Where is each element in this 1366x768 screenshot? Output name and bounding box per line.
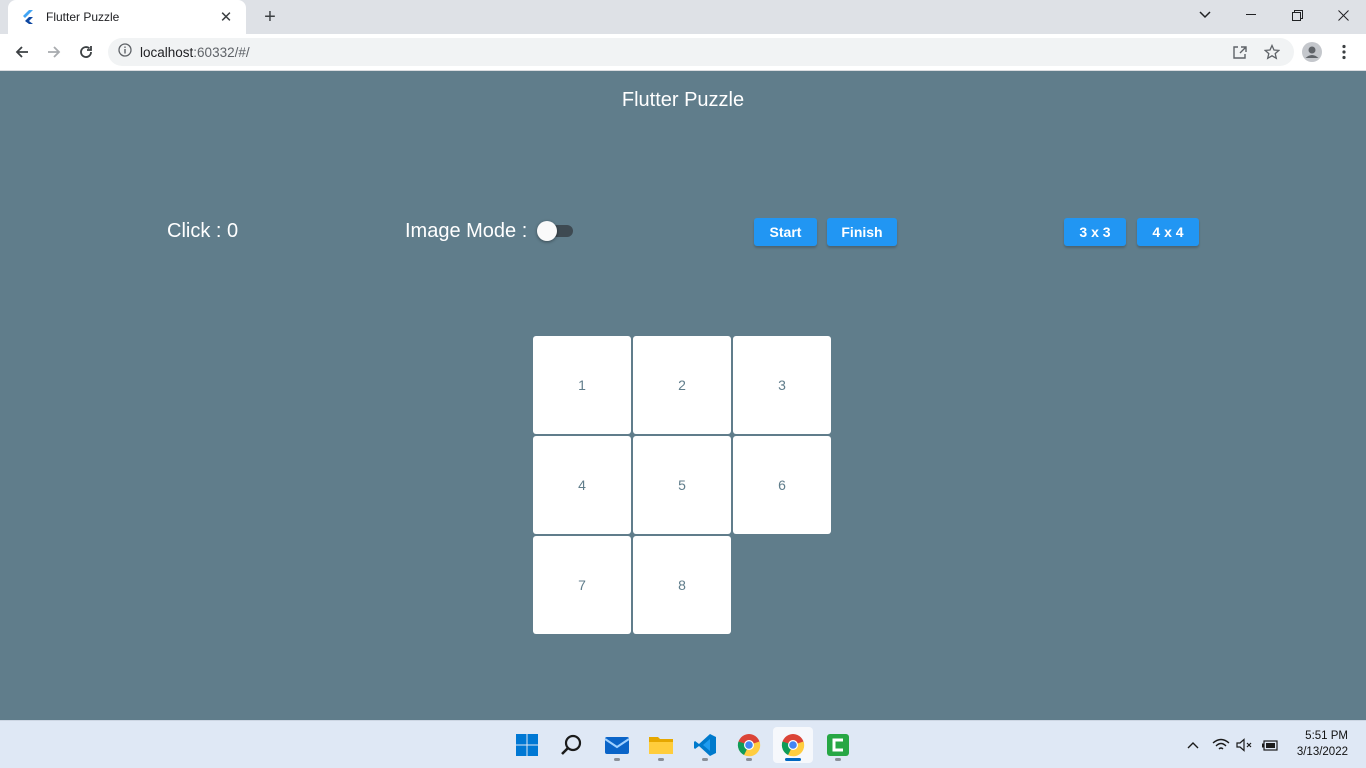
puzzle-tile[interactable]: 2 [633,336,731,434]
close-window-button[interactable] [1320,0,1366,30]
restore-button[interactable] [1274,0,1320,30]
search-icon[interactable] [552,727,592,763]
mail-icon[interactable] [597,727,637,763]
minimize-button[interactable] [1228,0,1274,30]
url-text: localhost:60332/#/ [140,45,250,60]
running-indicator [835,758,841,761]
file-explorer-icon[interactable] [641,727,681,763]
address-bar[interactable]: localhost:60332/#/ [108,38,1294,66]
size-3x3-button[interactable]: 3 x 3 [1064,218,1126,246]
profile-avatar-icon[interactable] [1298,38,1326,66]
browser-toolbar: localhost:60332/#/ [0,34,1366,71]
clock-time: 5:51 PM [1305,730,1348,742]
menu-kebab-icon[interactable] [1330,38,1358,66]
wifi-icon[interactable] [1211,735,1231,755]
tab-strip: Flutter Puzzle ✕ + [0,0,1366,34]
running-indicator [746,758,752,761]
puzzle-tile[interactable]: 1 [533,336,631,434]
puzzle-tile[interactable]: 6 [733,436,831,534]
running-indicator [658,758,664,761]
vscode-icon[interactable] [685,727,725,763]
battery-icon[interactable] [1260,735,1280,755]
close-tab-icon[interactable]: ✕ [218,9,234,26]
running-indicator [785,758,801,761]
info-icon[interactable] [118,42,132,62]
bookmark-star-icon[interactable] [1258,38,1286,66]
camtasia-icon[interactable] [818,727,858,763]
start-icon[interactable] [507,727,547,763]
puzzle-tile[interactable]: 5 [633,436,731,534]
app-title: Flutter Puzzle [621,89,745,111]
image-mode-switch[interactable] [537,221,573,241]
puzzle-tile[interactable]: 7 [533,536,631,634]
browser-tab[interactable]: Flutter Puzzle ✕ [8,0,246,34]
tab-title: Flutter Puzzle [46,10,120,24]
speaker-muted-icon[interactable] [1235,735,1255,755]
clock-date: 3/13/2022 [1296,746,1348,758]
system-clock[interactable]: 5:51 PM 3/13/2022 [1297,728,1348,760]
size-4x4-button[interactable]: 4 x 4 [1137,218,1199,246]
running-indicator [614,758,620,761]
reload-button[interactable] [72,38,100,66]
chevron-up-icon[interactable] [1183,735,1203,755]
puzzle-tile[interactable]: 4 [533,436,631,534]
switch-thumb [537,221,557,241]
chrome-icon[interactable] [773,727,813,763]
tab-search-icon[interactable] [1182,0,1228,30]
image-mode-label: Image Mode : [405,220,528,242]
chrome-icon[interactable] [729,727,769,763]
puzzle-tile[interactable]: 3 [733,336,831,434]
puzzle-board: 1 2 3 4 5 6 7 8 [533,336,833,636]
running-indicator [702,758,708,761]
flutter-icon [20,9,36,25]
finish-button[interactable]: Finish [827,218,897,246]
start-button[interactable]: Start [754,218,817,246]
url-path: :60332/#/ [193,44,250,60]
url-host: localhost [140,44,194,60]
new-tab-button[interactable]: + [258,5,282,29]
back-button[interactable] [8,38,36,66]
forward-button[interactable] [40,38,68,66]
puzzle-app: Flutter Puzzle Click : 0 Image Mode : St… [0,71,1366,720]
puzzle-tile[interactable]: 8 [633,536,731,634]
click-counter: Click : 0 [167,220,239,242]
taskbar: 5:51 PM 3/13/2022 [0,720,1366,768]
share-icon[interactable] [1226,38,1254,66]
